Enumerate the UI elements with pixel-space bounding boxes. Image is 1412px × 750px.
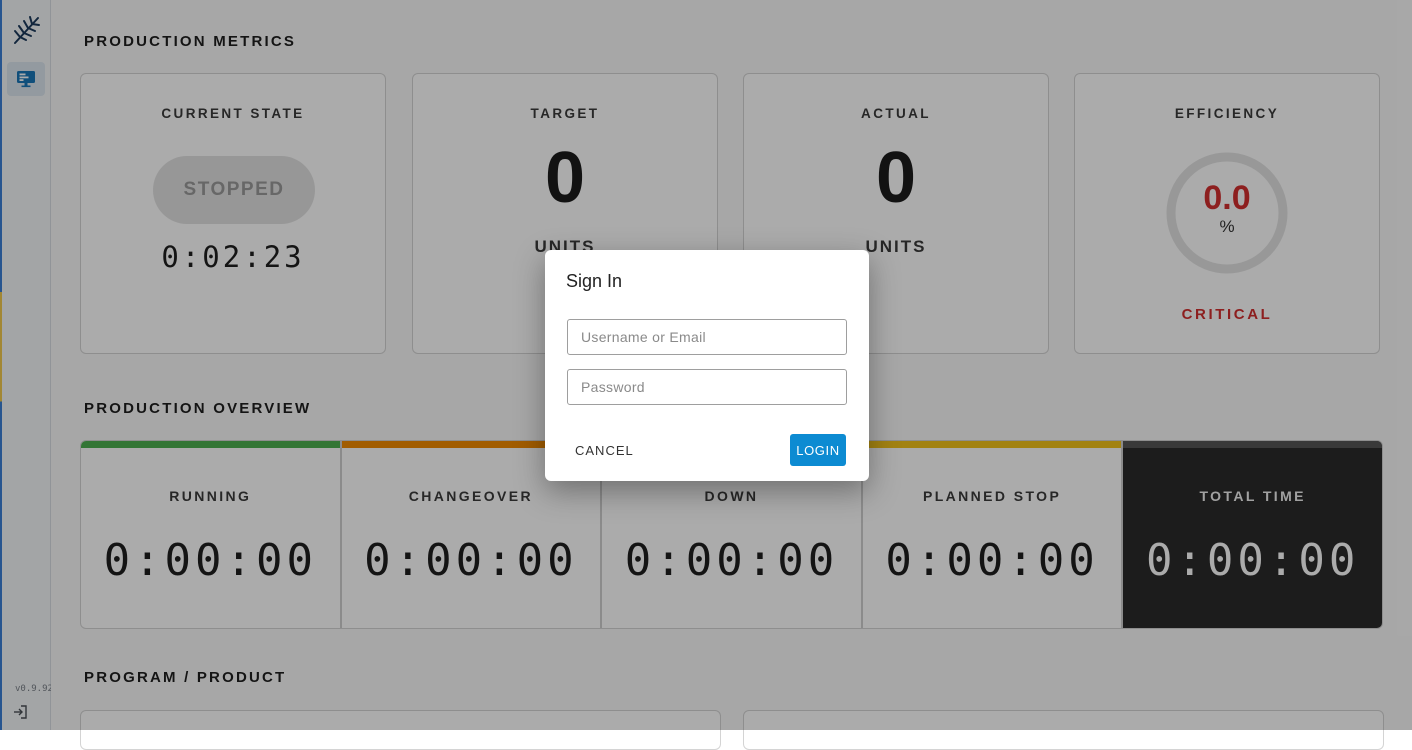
username-input[interactable]	[567, 319, 847, 355]
dialog-title: Sign In	[566, 271, 623, 291]
sign-in-dialog: Sign In CANCEL LOGIN	[545, 250, 869, 481]
login-button[interactable]: LOGIN	[790, 434, 846, 466]
cancel-button[interactable]: CANCEL	[567, 434, 642, 466]
password-input[interactable]	[567, 369, 847, 405]
